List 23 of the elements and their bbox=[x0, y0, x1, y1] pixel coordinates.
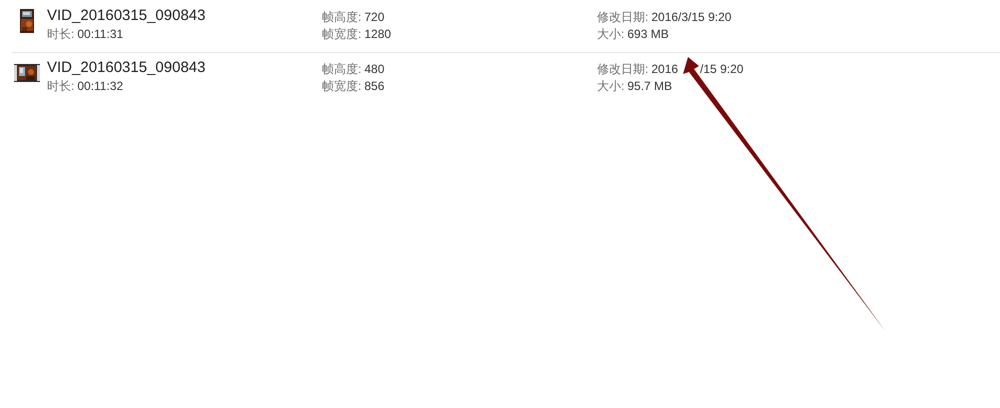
detail-value: 1280 bbox=[364, 26, 392, 43]
detail-label: 修改日期: bbox=[597, 61, 648, 78]
detail-value: 00:11:32 bbox=[77, 78, 124, 95]
detail-value: 00:11:31 bbox=[77, 26, 124, 43]
detail-label: 时长: bbox=[47, 26, 74, 43]
file-name[interactable]: VID_20160315_090843 bbox=[47, 58, 206, 78]
detail-label: 帧高度: bbox=[322, 61, 362, 78]
detail-value: 2016 bbox=[651, 61, 678, 78]
detail-label: 大小: bbox=[597, 78, 624, 95]
detail-label: 时长: bbox=[47, 78, 74, 95]
detail-value: 480 bbox=[364, 61, 384, 78]
detail-label: 大小: bbox=[597, 26, 624, 43]
detail-label: 修改日期: bbox=[597, 9, 648, 26]
detail-value: 856 bbox=[364, 78, 384, 95]
detail-label: 帧宽度: bbox=[322, 26, 362, 43]
detail-value: 95.7 MB bbox=[627, 78, 672, 95]
detail-label: 帧高度: bbox=[322, 9, 362, 26]
detail-label: 帧宽度: bbox=[322, 78, 362, 95]
detail-value: 720 bbox=[364, 9, 384, 26]
file-name[interactable]: VID_20160315_090843 bbox=[47, 6, 206, 26]
detail-value: 2016/3/15 9:20 bbox=[651, 9, 732, 26]
detail-value: 693 MB bbox=[627, 26, 669, 43]
detail-value: /15 9:20 bbox=[700, 61, 744, 78]
